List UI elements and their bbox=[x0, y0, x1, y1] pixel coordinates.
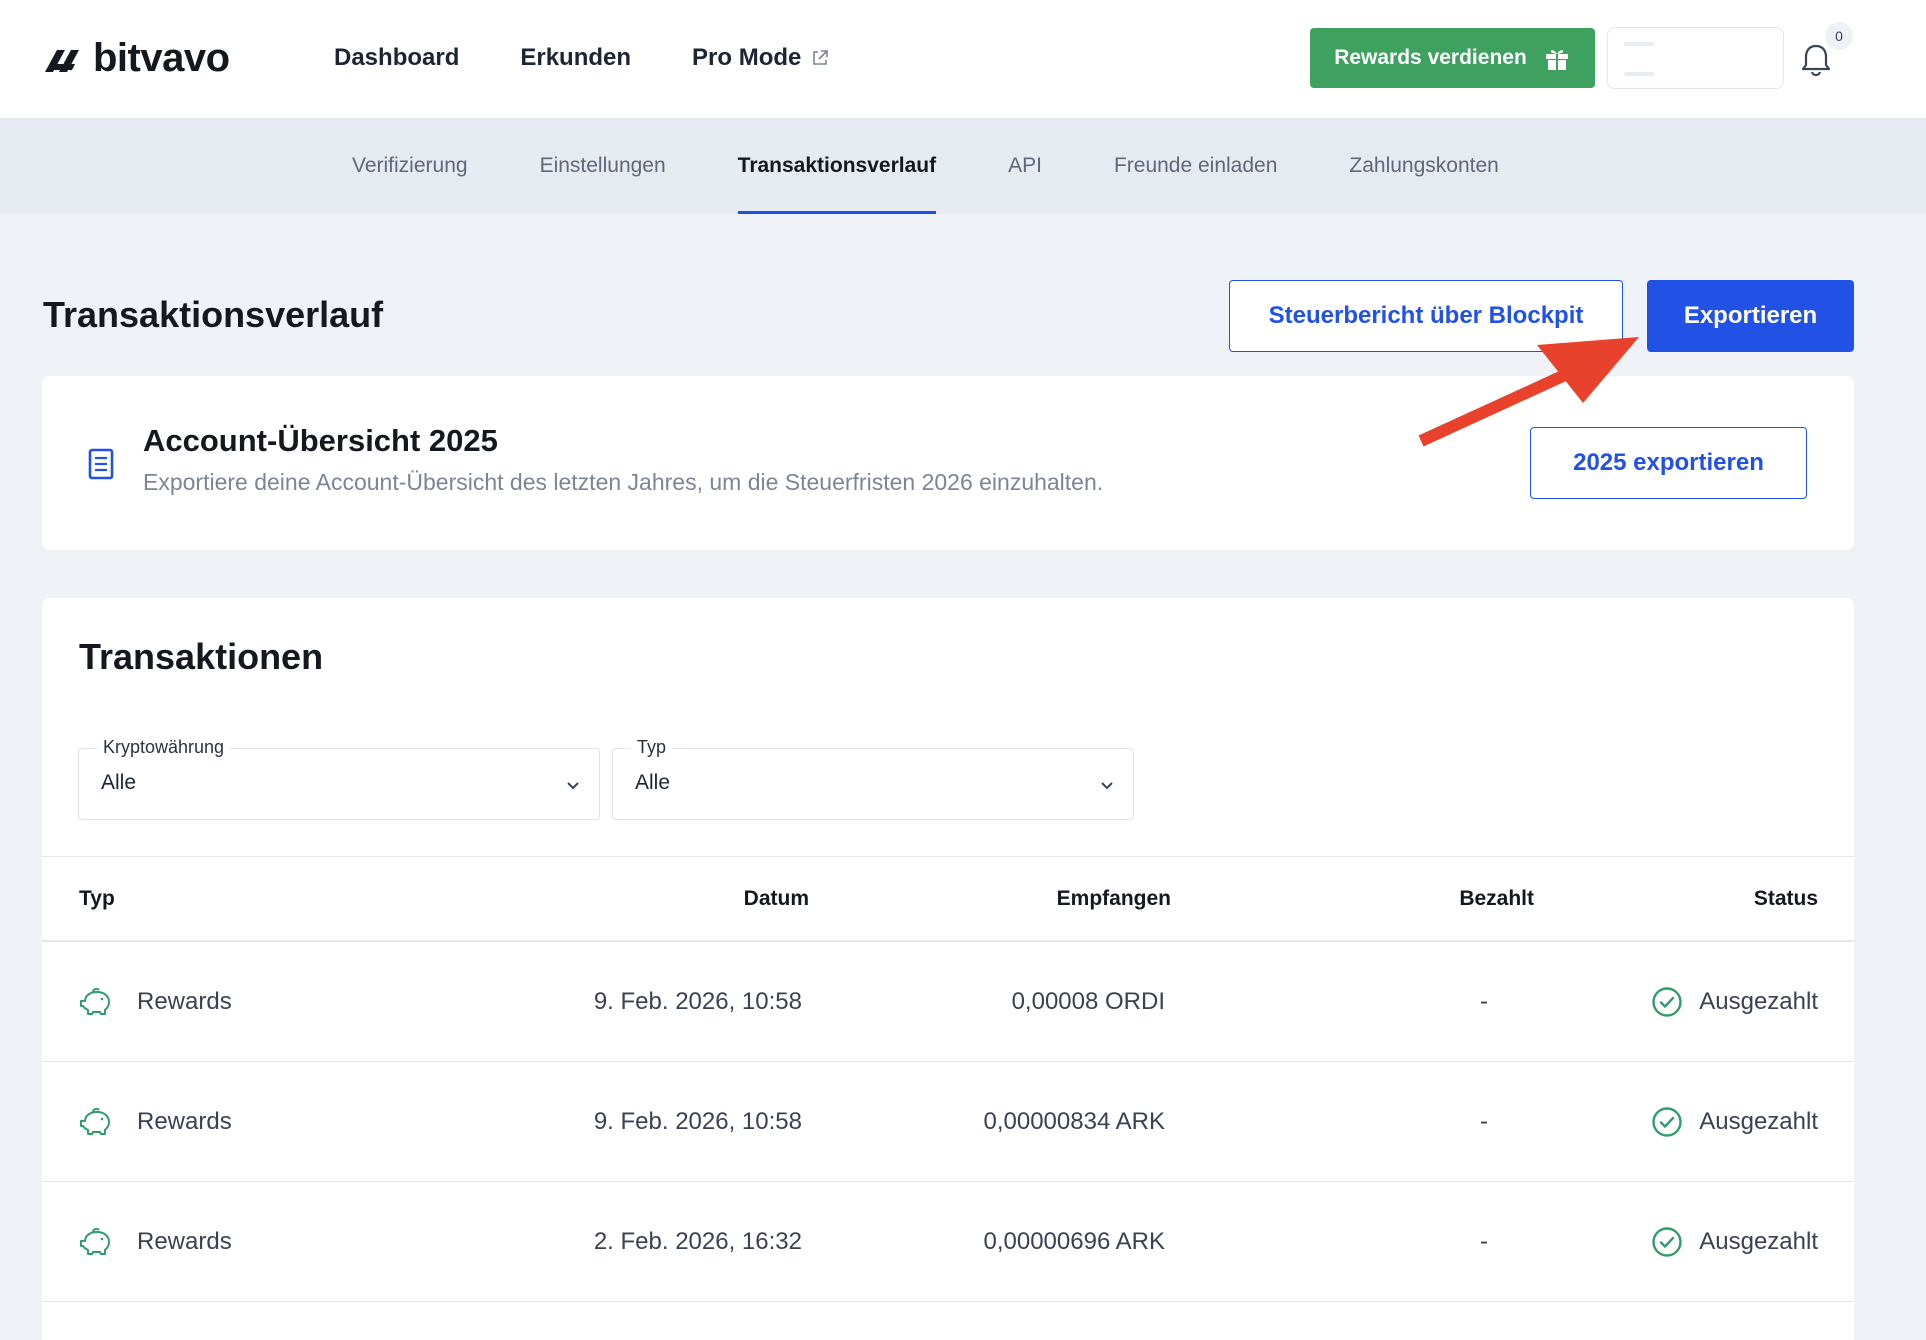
row-paid: - bbox=[1480, 1228, 1488, 1255]
column-status: Status bbox=[1753, 887, 1818, 910]
row-status: Ausgezahlt bbox=[1651, 942, 1818, 1062]
account-menu[interactable] bbox=[1607, 27, 1784, 89]
tab-freunde-einladen[interactable]: Freunde einladen bbox=[1114, 118, 1277, 214]
external-link-icon bbox=[813, 50, 829, 65]
type-filter-select[interactable]: Typ Alle bbox=[612, 737, 1134, 820]
table-row[interactable]: Rewards 2. Feb. 2026, 16:32 0,00000696 A… bbox=[42, 1182, 1854, 1302]
nav-label: Erkunden bbox=[520, 44, 632, 71]
transactions-card: Transaktionen Kryptowährung Alle Typ All… bbox=[42, 598, 1854, 1340]
piggy-bank-icon bbox=[80, 1227, 110, 1255]
status-label: Ausgezahlt bbox=[1699, 1228, 1818, 1255]
crypto-filter-value: Alle bbox=[101, 771, 137, 794]
table-row[interactable]: Rewards 9. Feb. 2026, 10:58 0,00000834 A… bbox=[42, 1062, 1854, 1182]
tab-api[interactable]: API bbox=[1008, 118, 1042, 214]
annotation-arrow-icon bbox=[1418, 337, 1639, 447]
rewards-label: Rewards verdienen bbox=[1334, 46, 1527, 69]
column-datum: Datum bbox=[743, 887, 809, 910]
nav-label: Dashboard bbox=[334, 44, 460, 71]
row-paid: - bbox=[1480, 988, 1488, 1015]
tab-verifizierung[interactable]: Verifizierung bbox=[352, 118, 468, 214]
main-nav: Dashboard Erkunden Pro Mode bbox=[334, 40, 829, 76]
check-circle-icon bbox=[1652, 1107, 1682, 1137]
export-button[interactable]: Exportieren bbox=[1647, 280, 1854, 352]
notification-badge: 0 bbox=[1825, 22, 1853, 50]
nav-label: Pro Mode bbox=[692, 44, 802, 71]
bitvavo-logo-icon bbox=[45, 50, 79, 72]
row-status: Ausgezahlt bbox=[1651, 1182, 1818, 1302]
row-received: 0,00008 ORDI bbox=[1011, 988, 1165, 1015]
brand-name: bitvavo bbox=[93, 36, 230, 80]
chevron-down-icon bbox=[1101, 782, 1113, 790]
type-filter-value: Alle bbox=[635, 771, 671, 794]
transactions-title: Transaktionen bbox=[79, 636, 324, 677]
tab-einstellungen[interactable]: Einstellungen bbox=[540, 118, 666, 214]
nav-pro-mode[interactable]: Pro Mode bbox=[692, 40, 829, 76]
document-icon bbox=[88, 448, 114, 480]
overview-title: Account-Übersicht 2025 bbox=[143, 423, 498, 458]
row-type: Rewards bbox=[137, 1108, 232, 1135]
type-filter-label: Typ bbox=[631, 737, 673, 758]
column-empfangen: Empfangen bbox=[1056, 887, 1171, 910]
row-received: 0,00000696 ARK bbox=[983, 1228, 1166, 1255]
crypto-filter-label: Kryptowährung bbox=[97, 737, 231, 758]
piggy-bank-icon bbox=[80, 987, 110, 1015]
table-header: Typ Datum Empfangen Bezahlt Status bbox=[42, 856, 1854, 942]
account-placeholder bbox=[1624, 72, 1654, 76]
overview-description: Exportiere deine Account-Übersicht des l… bbox=[143, 469, 1104, 495]
settings-subnav: Verifizierung Einstellungen Transaktions… bbox=[0, 118, 1926, 214]
rewards-button[interactable]: Rewards verdienen bbox=[1310, 28, 1595, 88]
nav-erkunden[interactable]: Erkunden bbox=[520, 40, 631, 76]
column-typ: Typ bbox=[79, 887, 115, 910]
row-date: 9. Feb. 2026, 10:58 bbox=[593, 988, 802, 1015]
status-label: Ausgezahlt bbox=[1699, 988, 1818, 1015]
column-bezahlt: Bezahlt bbox=[1459, 887, 1534, 910]
row-status: Ausgezahlt bbox=[1651, 1062, 1818, 1182]
top-bar: bitvavo Dashboard Erkunden Pro Mode Rewa… bbox=[0, 0, 1926, 118]
row-date: 2. Feb. 2026, 16:32 bbox=[593, 1228, 802, 1255]
status-label: Ausgezahlt bbox=[1699, 1108, 1818, 1135]
row-type: Rewards bbox=[137, 988, 232, 1015]
page-title: Transaktionsverlauf bbox=[43, 294, 384, 335]
tab-zahlungskonten[interactable]: Zahlungskonten bbox=[1349, 118, 1498, 214]
row-received: 0,00000834 ARK bbox=[983, 1108, 1166, 1135]
chevron-down-icon bbox=[567, 782, 579, 790]
tab-transaktionsverlauf[interactable]: Transaktionsverlauf bbox=[737, 118, 937, 214]
gift-icon bbox=[1545, 50, 1568, 70]
nav-dashboard[interactable]: Dashboard bbox=[334, 40, 459, 76]
table-row[interactable]: Rewards 9. Feb. 2026, 10:58 0,00008 ORDI… bbox=[42, 942, 1854, 1062]
crypto-filter-select[interactable]: Kryptowährung Alle bbox=[78, 737, 600, 820]
row-type: Rewards bbox=[137, 1228, 232, 1255]
row-date: 9. Feb. 2026, 10:58 bbox=[593, 1108, 802, 1135]
account-placeholder bbox=[1624, 42, 1654, 46]
check-circle-icon bbox=[1652, 1227, 1682, 1257]
check-circle-icon bbox=[1652, 987, 1682, 1017]
bitvavo-logo[interactable]: bitvavo bbox=[45, 38, 230, 78]
row-paid: - bbox=[1480, 1108, 1488, 1135]
piggy-bank-icon bbox=[80, 1107, 110, 1135]
